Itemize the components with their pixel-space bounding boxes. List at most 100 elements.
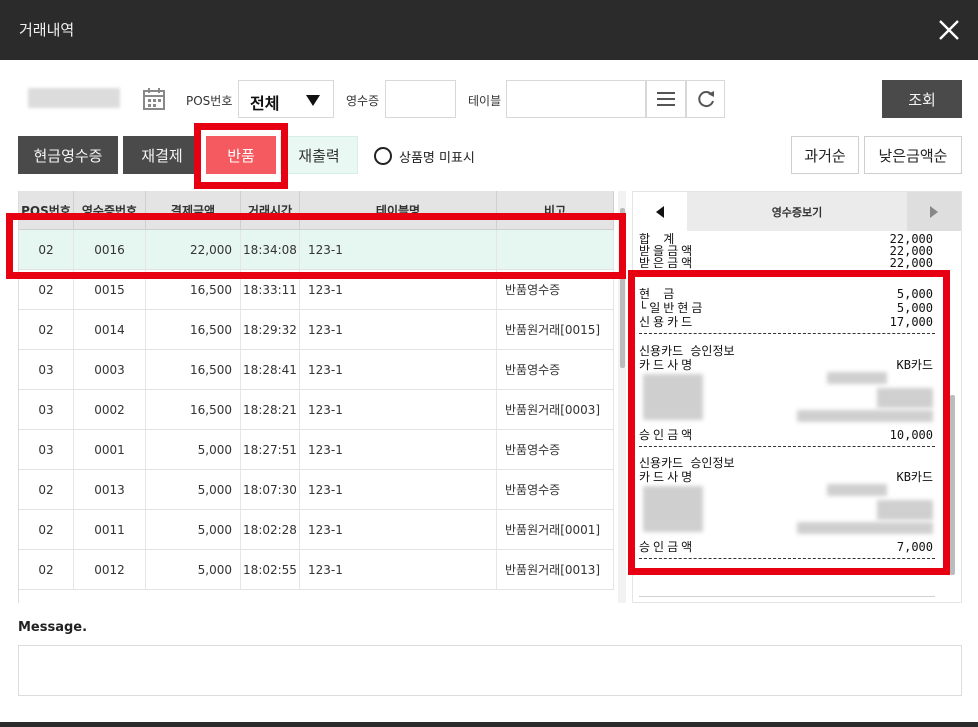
table-cell-col-pos: 03 [19,350,74,389]
table-cell-col-receipt-no: 0012 [74,550,146,589]
table-cell-col-pos: 02 [19,310,74,349]
table-cell-col-table: 123-1 [300,390,497,429]
table-cell-col-receipt-no: 0001 [74,430,146,469]
grid-header-col-time[interactable]: 거래시간 [241,191,300,229]
receipt-line-label: 받은금액 [639,256,696,270]
grid-scrollbar-thumb[interactable] [620,208,625,368]
table-cell-col-pos: 02 [19,550,74,589]
table-cell-col-note: 반품원거래[0003] [497,390,614,429]
search-button[interactable]: 조회 [882,80,962,118]
cash-receipt-button[interactable]: 현금영수증 [18,136,118,174]
table-cell-col-time: 18:02:55 [241,550,300,589]
grid-header-col-pos[interactable]: POS번호 [19,191,74,229]
table-cell-col-note: 반품영수증 [497,470,614,509]
redacted-block [643,486,703,532]
receipt-line-label: 승인금액 [639,540,696,554]
calendar-button[interactable] [134,80,174,118]
table-row[interactable]: 02 0014 16,500 18:29:32 123-1 반품원거래[0015] [19,310,614,350]
date-field[interactable] [28,88,120,108]
receipt-line-value: 10,000 [889,428,933,442]
grid-header-col-amount[interactable]: 결제금액 [146,191,241,229]
message-box [18,645,962,696]
receipt-scrollbar-thumb[interactable] [950,395,955,575]
receipt-next-button[interactable] [907,192,961,231]
table-row[interactable]: 03 0003 16,500 18:28:41 123-1 반품영수증 [19,350,614,390]
receipt-line-value: 17,000 [889,315,933,329]
receipt-line-value: 5,000 [896,301,933,315]
table-cell-col-note: 반품원거래[0013] [497,550,614,589]
table-row[interactable]: 03 0001 5,000 18:27:51 123-1 반품영수증 [19,430,614,470]
table-cell-col-receipt-no: 0016 [74,230,146,269]
redacted-block [877,388,933,408]
table-cell-col-time: 18:33:11 [241,270,300,309]
title-bar: 거래내역 [0,0,978,60]
radio-icon [374,147,392,165]
receipt-line-label: 카드사명 [639,358,696,372]
message-label: Message. [18,620,88,635]
sort-low-amount-button[interactable]: 낮은금액순 [864,136,962,174]
redacted-block [877,500,933,520]
repay-button[interactable]: 재결제 [123,136,201,174]
chevron-down-icon [306,95,320,106]
receipt-line-label: 카드사명 [639,470,696,484]
reprint-button[interactable]: 재출력 [280,136,358,174]
receipt-divider [639,596,935,597]
table-cell-col-table: 123-1 [300,470,497,509]
refresh-button[interactable] [686,80,725,118]
table-cell-col-amount: 5,000 [146,550,241,589]
table-cell-col-table: 123-1 [300,430,497,469]
table-cell-col-time: 18:27:51 [241,430,300,469]
table-input[interactable] [506,80,646,118]
receipt-divider [639,558,935,559]
table-cell-col-table: 123-1 [300,270,497,309]
table-cell-col-table: 123-1 [300,310,497,349]
sort-past-button[interactable]: 과거순 [791,136,859,174]
grid-header-col-table[interactable]: 테이블명 [300,191,497,229]
hide-product-name-label: 상품명 미표시 [399,150,475,166]
transaction-grid: POS번호 영수증번호 결제금액 거래시간 테이블명 비고 02 0016 22,000 18:… [18,191,614,603]
receipt-title: 영수증보기 [771,205,823,219]
table-cell-col-time: 18:29:32 [241,310,300,349]
close-icon[interactable] [934,15,964,45]
table-cell-col-note: 반품영수증 [497,350,614,389]
table-cell-col-time: 18:34:08 [241,230,300,269]
table-cell-col-table: 123-1 [300,230,497,269]
receipt-divider [639,446,935,447]
table-cell-col-pos: 02 [19,270,74,309]
table-row[interactable]: 02 0016 22,000 18:34:08 123-1 [19,230,614,270]
table-cell-col-table: 123-1 [300,510,497,549]
receipt-panel: 영수증보기 합 계 22,000 받을금액 22,000 받은금액 22,000 현 … [632,191,962,603]
table-list-button[interactable] [646,80,686,118]
receipt-line-value: 5,000 [896,287,933,301]
table-row[interactable]: 02 0015 16,500 18:33:11 123-1 반품영수증 [19,270,614,310]
pos-select[interactable]: 전체 [238,80,334,118]
refund-button[interactable]: 반품 [206,136,276,174]
chevron-right-icon [930,205,938,218]
table-cell-col-amount: 16,500 [146,310,241,349]
redacted-block [643,374,703,420]
table-row[interactable]: 03 0002 16,500 18:28:21 123-1 반품원거래[0003] [19,390,614,430]
receipt-prev-button[interactable] [633,192,687,231]
table-row[interactable]: 02 0012 5,000 18:02:55 123-1 반품원거래[0013] [19,550,614,590]
list-icon [657,92,675,106]
table-row[interactable]: 02 0011 5,000 18:02:28 123-1 반품원거래[0001] [19,510,614,550]
table-cell-col-amount: 5,000 [146,510,241,549]
table-cell-col-amount: 16,500 [146,350,241,389]
grid-header-col-receipt-no[interactable]: 영수증번호 [74,191,146,229]
table-row[interactable]: 02 0013 5,000 18:07:30 123-1 반품영수증 [19,470,614,510]
redacted-block [827,372,887,384]
receipt-input[interactable] [385,80,456,118]
table-cell-col-pos: 03 [19,390,74,429]
receipt-divider [639,333,935,334]
receipt-line-label: 신용카드 [639,315,696,329]
table-label: 테이블 [468,94,502,108]
receipt-section-title: 신용카드 승인정보 [639,456,735,470]
table-cell-col-note: 반품영수증 [497,430,614,469]
receipt-divider [639,276,935,277]
window-title: 거래내역 [19,21,75,39]
hide-product-name-toggle[interactable]: 상품명 미표시 [374,146,475,166]
receipt-line-label: 승인금액 [639,428,696,442]
table-cell-col-note [497,230,614,269]
grid-header-col-note[interactable]: 비고 [497,191,614,229]
redacted-block [827,484,887,496]
